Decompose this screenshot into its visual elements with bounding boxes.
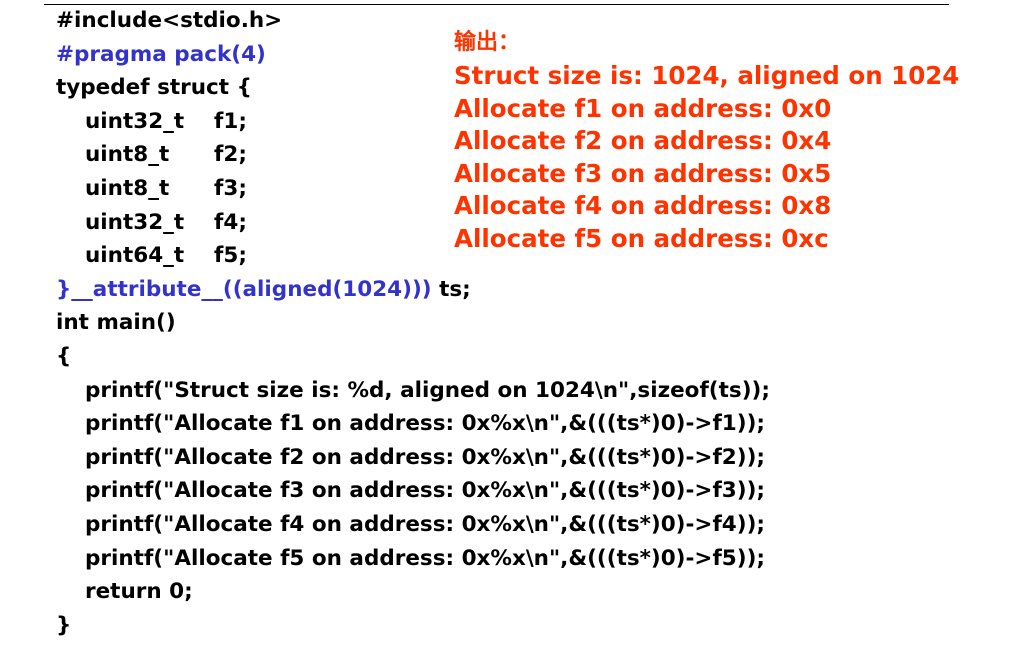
code-statement: printf("Allocate f2 on address: 0x%x\n",… bbox=[85, 444, 766, 470]
output-line: Allocate f2 on address: 0x4 bbox=[454, 126, 832, 156]
output-heading: 输出： bbox=[454, 30, 521, 55]
field-type: uint32_t bbox=[85, 209, 185, 235]
code-statement: printf("Allocate f5 on address: 0x%x\n",… bbox=[85, 545, 766, 571]
typedef-name: ts; bbox=[431, 276, 471, 302]
output-line: Allocate f4 on address: 0x8 bbox=[454, 191, 832, 221]
code-statement: printf("Allocate f1 on address: 0x%x\n",… bbox=[85, 411, 766, 437]
attribute-aligned: }__attribute__((aligned(1024))) bbox=[56, 276, 432, 302]
field-type: uint64_t bbox=[85, 243, 185, 269]
output-line: Allocate f5 on address: 0xc bbox=[454, 223, 829, 253]
output-line: Allocate f3 on address: 0x5 bbox=[454, 158, 832, 188]
field-name: f4; bbox=[214, 209, 247, 235]
code-statement: printf("Struct size is: %d, aligned on 1… bbox=[85, 377, 770, 403]
output-line: Struct size is: 1024, aligned on 1024 bbox=[454, 61, 960, 90]
struct-close-line: }__attribute__((aligned(1024))) ts; bbox=[56, 273, 770, 307]
field-name: f5; bbox=[214, 243, 247, 269]
output-line: Allocate f1 on address: 0x0 bbox=[454, 93, 832, 123]
field-name: f3; bbox=[214, 175, 247, 201]
program-output: 输出： Struct size is: 1024, aligned on 102… bbox=[454, 26, 959, 256]
main-signature: int main() bbox=[56, 310, 176, 336]
code-statement: printf("Allocate f4 on address: 0x%x\n",… bbox=[85, 511, 766, 537]
close-brace: } bbox=[56, 612, 72, 638]
field-name: f1; bbox=[214, 108, 247, 134]
return-statement: return 0; bbox=[85, 579, 193, 605]
field-type: uint8_t bbox=[85, 142, 170, 168]
code-statement: printf("Allocate f3 on address: 0x%x\n",… bbox=[85, 478, 766, 504]
field-name: f2; bbox=[214, 142, 247, 168]
open-brace: { bbox=[56, 343, 72, 369]
field-type: uint8_t bbox=[85, 175, 170, 201]
field-type: uint32_t bbox=[85, 108, 185, 134]
